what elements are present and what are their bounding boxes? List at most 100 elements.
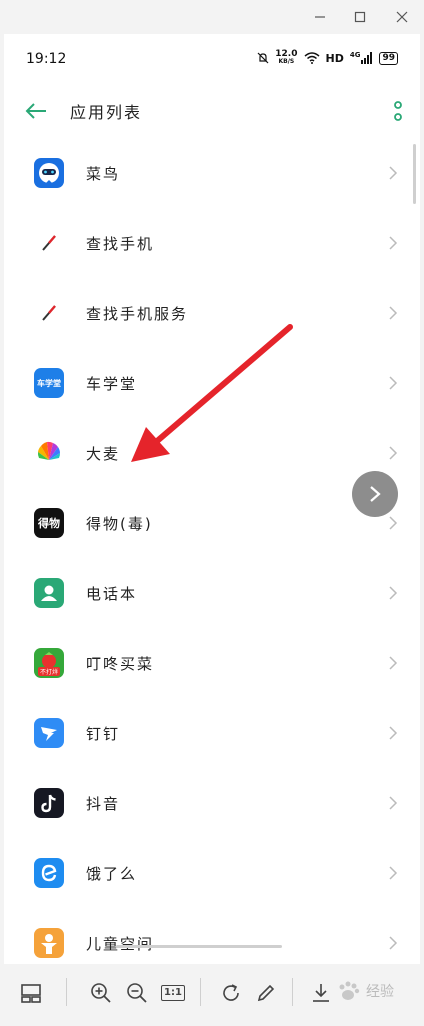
chevron-right-icon bbox=[389, 236, 398, 250]
dewu-icon: 得物 bbox=[34, 508, 64, 538]
chevron-right-icon bbox=[389, 306, 398, 320]
net-speed: 12.0 KB/S bbox=[275, 50, 297, 66]
ratio-label: 1:1 bbox=[161, 985, 185, 1001]
app-bar: 应用列表 bbox=[4, 84, 420, 138]
horizontal-scrollbar[interactable] bbox=[116, 945, 282, 948]
chevron-right-icon bbox=[389, 376, 398, 390]
chexuetang-icon-text: 车学堂 bbox=[37, 378, 61, 388]
net-speed-value: 12.0 bbox=[275, 49, 298, 59]
back-button[interactable] bbox=[22, 97, 50, 125]
screenshot-viewer-window: 19:12 12.0 KB/S HD 4G 99 应用列表 菜鸟 查找手机 查找… bbox=[0, 0, 424, 1026]
app-label: 菜鸟 bbox=[86, 164, 121, 183]
next-page-button[interactable] bbox=[352, 471, 398, 517]
watermark-text: 经验 bbox=[366, 984, 394, 1000]
list-item-kids-space[interactable]: 儿童空间 bbox=[4, 908, 420, 964]
chevron-right-icon bbox=[389, 516, 398, 530]
toolbar-divider bbox=[292, 978, 293, 1006]
list-item-find-phone-service[interactable]: 查找手机服务 bbox=[4, 278, 420, 348]
maximize-icon bbox=[354, 11, 366, 23]
close-icon bbox=[396, 11, 408, 23]
mute-bell-icon bbox=[257, 52, 269, 64]
toolbar-divider bbox=[200, 978, 201, 1006]
pencil-icon bbox=[257, 984, 275, 1002]
dewu-icon-text: 得物 bbox=[38, 517, 60, 530]
page-title: 应用列表 bbox=[70, 103, 143, 122]
toolbar-divider bbox=[66, 978, 67, 1006]
rotate-icon bbox=[223, 984, 239, 1001]
viewer-toolbar: 1:1 经验 bbox=[0, 964, 424, 1026]
compass-icon bbox=[34, 228, 64, 258]
cainiao-icon bbox=[34, 158, 64, 188]
wifi-icon bbox=[304, 52, 319, 64]
dingtalk-icon bbox=[34, 718, 64, 748]
kids-space-icon bbox=[34, 928, 64, 958]
status-time: 19:12 bbox=[26, 51, 67, 67]
app-label: 查找手机 bbox=[86, 234, 155, 253]
list-item-cainiao[interactable]: 菜鸟 bbox=[4, 138, 420, 208]
app-label: 叮咚买菜 bbox=[86, 654, 155, 673]
layout-icon bbox=[21, 984, 41, 1003]
signal-indicator: 4G bbox=[350, 52, 374, 64]
app-label: 车学堂 bbox=[86, 374, 138, 393]
chevron-right-icon bbox=[370, 486, 381, 502]
app-label: 儿童空间 bbox=[86, 934, 155, 953]
dingdong-icon-text: 不打烊 bbox=[37, 667, 60, 676]
zoom-out-button[interactable] bbox=[124, 980, 150, 1006]
chevron-right-icon bbox=[389, 586, 398, 600]
back-arrow-icon bbox=[25, 103, 46, 119]
download-button[interactable] bbox=[308, 980, 334, 1006]
chevron-right-icon bbox=[389, 446, 398, 460]
thumbnail-view-button[interactable] bbox=[18, 980, 44, 1006]
close-button[interactable] bbox=[391, 6, 413, 28]
zoom-in-button[interactable] bbox=[88, 980, 114, 1006]
app-label: 查找手机服务 bbox=[86, 304, 189, 323]
list-item-find-phone[interactable]: 查找手机 bbox=[4, 208, 420, 278]
list-item-dingdong[interactable]: 不打烊 叮咚买菜 bbox=[4, 628, 420, 698]
net-speed-unit: KB/S bbox=[278, 58, 295, 65]
app-label: 钉钉 bbox=[86, 724, 121, 743]
download-icon bbox=[313, 984, 329, 1002]
douyin-icon bbox=[34, 788, 64, 818]
chevron-right-icon bbox=[389, 866, 398, 880]
more-options-button[interactable] bbox=[392, 98, 404, 124]
app-label: 饿了么 bbox=[86, 864, 138, 883]
list-item-douyin[interactable]: 抖音 bbox=[4, 768, 420, 838]
eleme-icon bbox=[34, 858, 64, 888]
hd-indicator: HD bbox=[325, 51, 344, 65]
vertical-scrollbar[interactable] bbox=[413, 144, 416, 204]
chevron-right-icon bbox=[389, 796, 398, 810]
maximize-button[interactable] bbox=[349, 6, 371, 28]
signal-bars-icon bbox=[361, 52, 373, 64]
status-icons: 12.0 KB/S HD 4G 99 bbox=[257, 50, 398, 66]
list-item-dingtalk[interactable]: 钉钉 bbox=[4, 698, 420, 768]
chevron-right-icon bbox=[389, 166, 398, 180]
app-label: 大麦 bbox=[86, 444, 121, 463]
list-item-eleme[interactable]: 饿了么 bbox=[4, 838, 420, 908]
dingdong-icon: 不打烊 bbox=[34, 648, 64, 678]
app-list: 菜鸟 查找手机 查找手机服务 车学堂 车学堂 大麦 得物 得物(毒) 电话本 不… bbox=[4, 138, 420, 964]
actual-size-button[interactable]: 1:1 bbox=[160, 980, 186, 1006]
chevron-right-icon bbox=[389, 656, 398, 670]
zoom-in-icon bbox=[91, 983, 111, 1003]
edit-button[interactable] bbox=[253, 980, 279, 1006]
list-item-contacts[interactable]: 电话本 bbox=[4, 558, 420, 628]
chevron-right-icon bbox=[389, 726, 398, 740]
minimize-button[interactable] bbox=[309, 6, 331, 28]
compass-icon bbox=[34, 298, 64, 328]
signal-type: 4G bbox=[349, 51, 361, 59]
rotate-button[interactable] bbox=[218, 980, 244, 1006]
zoom-out-icon bbox=[127, 983, 147, 1003]
battery-indicator: 99 bbox=[379, 51, 398, 65]
list-item-chexuetang[interactable]: 车学堂 车学堂 bbox=[4, 348, 420, 418]
contacts-icon bbox=[34, 578, 64, 608]
phone-screen: 19:12 12.0 KB/S HD 4G 99 应用列表 菜鸟 查找手机 查找… bbox=[4, 34, 420, 964]
paw-icon bbox=[339, 981, 360, 1000]
watermark: 经验 bbox=[336, 980, 394, 1002]
app-label: 电话本 bbox=[86, 584, 138, 603]
damai-icon bbox=[34, 438, 64, 468]
minimize-icon bbox=[315, 16, 325, 18]
app-label: 得物(毒) bbox=[86, 514, 153, 533]
chexuetang-icon: 车学堂 bbox=[34, 368, 64, 398]
app-label: 抖音 bbox=[86, 794, 121, 813]
status-bar: 19:12 12.0 KB/S HD 4G 99 bbox=[4, 34, 420, 84]
